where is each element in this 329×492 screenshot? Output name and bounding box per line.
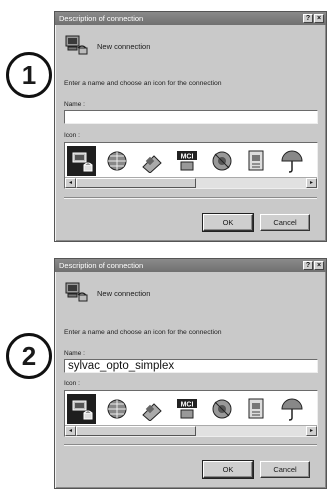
connection-icon[interactable] — [67, 394, 96, 424]
title-bar: Description of connection ? × — [55, 259, 326, 272]
scroll-right-button[interactable]: ▸ — [306, 178, 317, 188]
instruction-text: Enter a name and choose an icon for the … — [64, 80, 222, 87]
name-input[interactable]: sylvac_opto_simplex — [64, 359, 318, 373]
connection-name-label: New connection — [97, 289, 151, 298]
icon-scrollbar[interactable]: ◂ ▸ — [65, 425, 317, 436]
close-button[interactable]: × — [314, 14, 324, 23]
ok-button[interactable]: OK — [202, 460, 254, 479]
connection-dialog-2: Description of connection ? × New connec… — [54, 258, 327, 489]
icon-label: Icon : — [64, 132, 80, 139]
phone-icon[interactable] — [137, 394, 166, 424]
help-button[interactable]: ? — [303, 261, 313, 270]
scroll-thumb[interactable] — [76, 426, 196, 436]
connection-name-label: New connection — [97, 42, 151, 51]
ok-button[interactable]: OK — [202, 213, 254, 232]
icon-list[interactable]: MCI ◂ ▸ — [64, 142, 318, 189]
umbrella-icon[interactable] — [277, 146, 306, 176]
step-marker-2: 2 — [6, 333, 52, 379]
name-label: Name : — [64, 101, 85, 108]
document-icon[interactable] — [242, 394, 271, 424]
icon-scrollbar[interactable]: ◂ ▸ — [65, 177, 317, 188]
close-button[interactable]: × — [314, 261, 324, 270]
scroll-left-button[interactable]: ◂ — [65, 178, 76, 188]
connection-icon — [64, 35, 88, 55]
mci-text: MCI — [180, 154, 193, 161]
connection-dialog-1: Description of connection ? × New connec… — [54, 11, 327, 242]
document-icon[interactable] — [242, 146, 271, 176]
globe-icon[interactable] — [102, 394, 131, 424]
dialog-title: Description of connection — [59, 261, 144, 270]
scroll-thumb[interactable] — [76, 178, 196, 188]
mci-text: MCI — [180, 402, 193, 409]
dialog-title: Description of connection — [59, 14, 144, 23]
name-input[interactable] — [64, 110, 318, 124]
title-bar: Description of connection ? × — [55, 12, 326, 25]
icon-list[interactable]: MCI ◂ ▸ — [64, 390, 318, 437]
scroll-left-button[interactable]: ◂ — [65, 426, 76, 436]
help-button[interactable]: ? — [303, 14, 313, 23]
phone-globe-icon[interactable] — [207, 146, 236, 176]
scroll-right-button[interactable]: ▸ — [306, 426, 317, 436]
cancel-button[interactable]: Cancel — [260, 461, 310, 478]
umbrella-icon[interactable] — [277, 394, 306, 424]
step-marker-1: 1 — [6, 52, 52, 98]
connection-icon — [64, 282, 88, 302]
phone-globe-icon[interactable] — [207, 394, 236, 424]
connection-icon[interactable] — [67, 146, 96, 176]
name-label: Name : — [64, 350, 85, 357]
cancel-button[interactable]: Cancel — [260, 214, 310, 231]
mci-icon[interactable]: MCI — [172, 146, 201, 176]
globe-icon[interactable] — [102, 146, 131, 176]
mci-icon[interactable]: MCI — [172, 394, 201, 424]
icon-label: Icon : — [64, 380, 80, 387]
divider — [64, 197, 317, 199]
instruction-text: Enter a name and choose an icon for the … — [64, 329, 222, 336]
phone-icon[interactable] — [137, 146, 166, 176]
divider — [64, 444, 317, 446]
